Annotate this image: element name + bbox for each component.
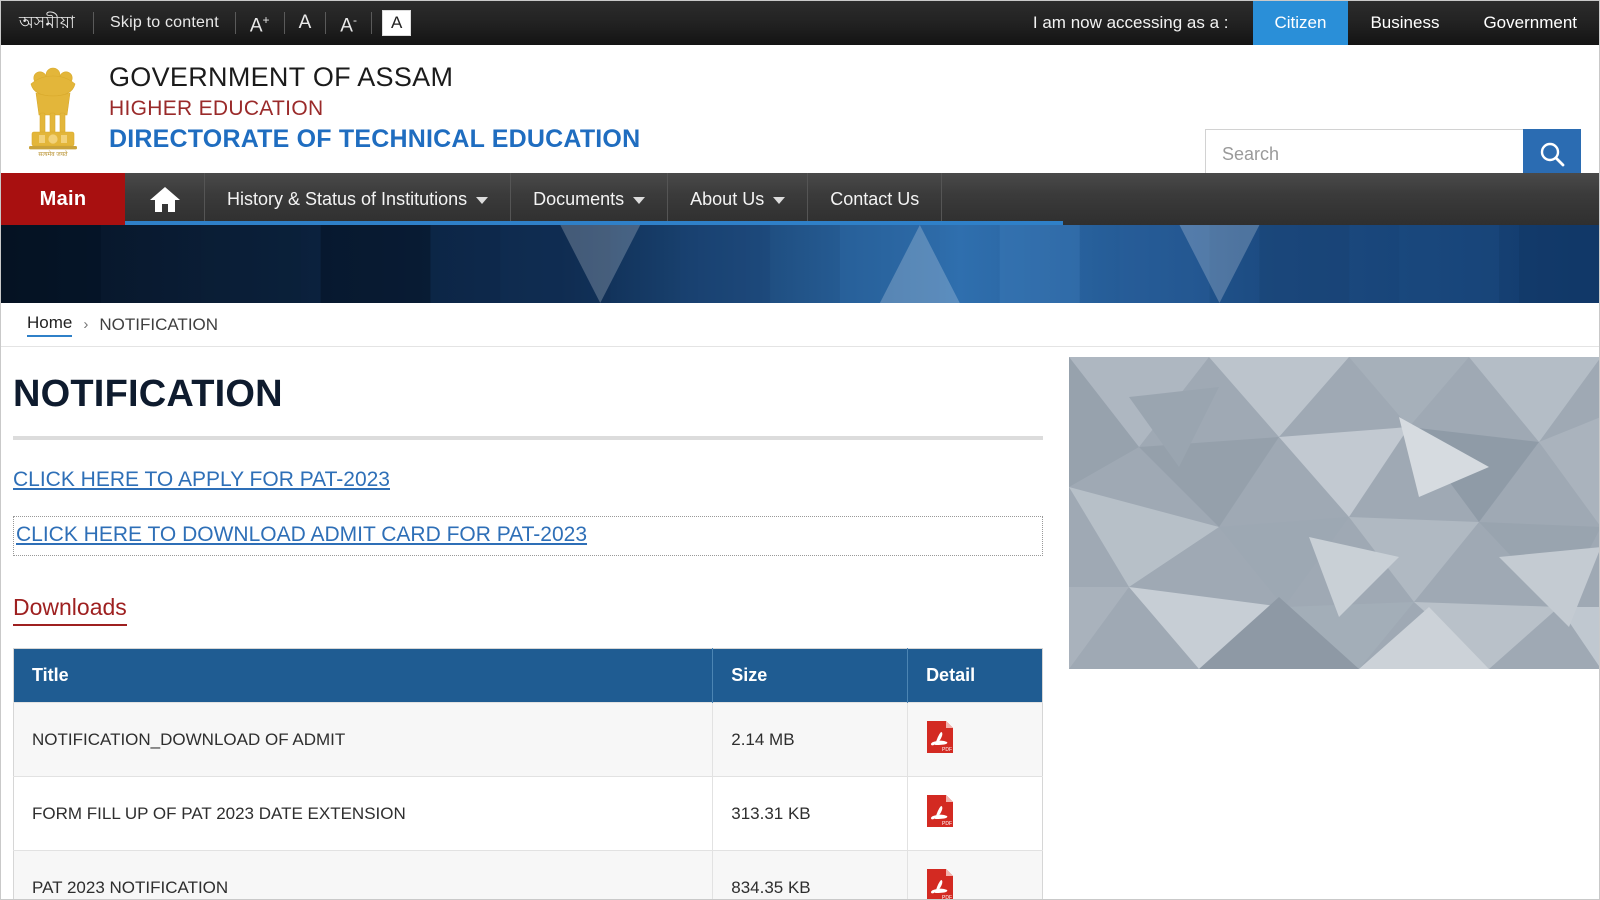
breadcrumb-current: NOTIFICATION — [99, 314, 219, 334]
high-contrast-toggle[interactable]: A — [381, 10, 412, 36]
pdf-icon[interactable]: PDF — [926, 794, 954, 833]
apply-for-pat-2023-link[interactable]: CLICK HERE TO APPLY FOR PAT-2023 — [13, 468, 390, 492]
table-header-row: Title Size Detail — [13, 648, 1043, 703]
column-header-detail[interactable]: Detail — [907, 648, 1043, 703]
table-row: NOTIFICATION_DOWNLOAD OF ADMIT 2.14 MB P… — [13, 702, 1043, 777]
breadcrumb-separator-icon: › — [83, 316, 89, 333]
apply-link-row: CLICK HERE TO APPLY FOR PAT-2023 — [13, 468, 1068, 492]
language-toggle-assamese[interactable]: অসমীয়া — [15, 1, 93, 45]
state-emblem-icon: सत्यमेव जयते — [17, 60, 89, 158]
font-decrease-label: A — [340, 15, 353, 37]
role-tab-government[interactable]: Government — [1461, 1, 1599, 45]
topbar-left-group: অসমীয়া Skip to content A+ A A- A — [1, 1, 412, 48]
admit-card-link-row: CLICK HERE TO DOWNLOAD ADMIT CARD FOR PA… — [13, 516, 1043, 556]
downloads-table-head: Title Size Detail — [13, 648, 1043, 703]
cell-size: 2.14 MB — [712, 702, 909, 777]
breadcrumb-home-link[interactable]: Home — [27, 313, 73, 337]
search-button[interactable] — [1523, 129, 1581, 179]
cell-title: FORM FILL UP OF PAT 2023 DATE EXTENSION — [13, 776, 714, 851]
font-decrease-button[interactable]: A- — [326, 1, 371, 48]
downloads-table-body: NOTIFICATION_DOWNLOAD OF ADMIT 2.14 MB P… — [13, 702, 1043, 900]
skip-to-content-link[interactable]: Skip to content — [94, 1, 235, 45]
role-tab-business[interactable]: Business — [1348, 1, 1461, 45]
site-header: सत्यमेव जयते GOVERNMENT OF ASSAM HIGHER … — [1, 45, 1599, 179]
cell-size: 313.31 KB — [712, 776, 909, 851]
column-header-title[interactable]: Title — [13, 648, 714, 703]
nav-item-label: Contact Us — [830, 188, 920, 209]
nav-item-history-status-of-institutions[interactable]: History & Status of Institutions — [205, 173, 512, 225]
main-navigation: Main History & Status of Institutions Do… — [1, 173, 1599, 225]
chevron-down-icon — [633, 197, 646, 204]
nav-item-label: History & Status of Institutions — [227, 188, 468, 209]
download-admit-card-pat-2023-link[interactable]: CLICK HERE TO DOWNLOAD ADMIT CARD FOR PA… — [16, 523, 587, 547]
cell-title: PAT 2023 NOTIFICATION — [13, 850, 714, 899]
title-divider — [13, 436, 1043, 440]
breadcrumb: Home › NOTIFICATION — [1, 303, 1599, 347]
page-content: NOTIFICATION CLICK HERE TO APPLY FOR PAT… — [1, 347, 1599, 900]
topbar-right-group: I am now accessing as a : Citizen Busine… — [1033, 1, 1599, 45]
column-header-size[interactable]: Size — [712, 648, 909, 703]
accessibility-topbar: অসমীয়া Skip to content A+ A A- A I am n… — [1, 1, 1599, 45]
role-tab-citizen[interactable]: Citizen — [1252, 1, 1349, 45]
header-line-government: GOVERNMENT OF ASSAM — [109, 62, 454, 93]
content-main-column: NOTIFICATION CLICK HERE TO APPLY FOR PAT… — [13, 347, 1068, 900]
font-normal-button[interactable]: A — [285, 1, 326, 45]
nav-brand-main[interactable]: Main — [1, 173, 125, 225]
chevron-down-icon — [773, 197, 786, 204]
banner-image — [1, 225, 1599, 303]
page-title: NOTIFICATION — [13, 373, 283, 415]
cell-title: NOTIFICATION_DOWNLOAD OF ADMIT — [13, 702, 714, 777]
cell-detail: PDF — [907, 702, 1043, 777]
header-line-directorate: DIRECTORATE OF TECHNICAL EDUCATION — [109, 125, 641, 154]
table-row: PAT 2023 NOTIFICATION 834.35 KB PDF — [13, 850, 1043, 900]
header-line-department: HIGHER EDUCATION — [109, 97, 324, 121]
chevron-down-icon — [476, 197, 489, 204]
nav-item-about-us[interactable]: About Us — [668, 173, 809, 225]
pdf-icon[interactable]: PDF — [926, 868, 954, 900]
font-increase-label: A — [249, 15, 263, 37]
divider — [370, 12, 372, 34]
nav-item-documents[interactable]: Documents — [511, 173, 669, 225]
cell-detail: PDF — [907, 850, 1043, 900]
downloads-heading: Downloads — [13, 594, 127, 626]
nav-item-home[interactable] — [125, 173, 205, 225]
font-increase-sup: + — [262, 12, 270, 27]
font-increase-button[interactable]: A+ — [236, 1, 284, 48]
nav-item-label: About Us — [690, 188, 765, 209]
svg-text:सत्यमेव जयते: सत्यमेव जयते — [38, 150, 68, 158]
downloads-table: Title Size Detail NOTIFICATION_DOWNLOAD … — [13, 648, 1043, 900]
pdf-icon[interactable]: PDF — [926, 720, 954, 759]
page-root: অসমীয়া Skip to content A+ A A- A I am n… — [0, 0, 1600, 900]
nav-item-contact-us[interactable]: Contact Us — [808, 173, 943, 225]
font-decrease-sup: - — [352, 12, 357, 27]
nav-item-label: Documents — [533, 188, 625, 209]
search-input[interactable] — [1205, 129, 1523, 179]
sidebar-decorative-image — [1069, 357, 1599, 669]
accessing-as-label: I am now accessing as a : — [1032, 13, 1229, 32]
search-icon — [1540, 142, 1565, 167]
svg-text:PDF: PDF — [942, 895, 952, 900]
cell-size: 834.35 KB — [712, 850, 909, 899]
svg-text:PDF: PDF — [942, 747, 952, 753]
header-titles: GOVERNMENT OF ASSAM HIGHER EDUCATION DIR… — [109, 62, 640, 155]
table-row: FORM FILL UP OF PAT 2023 DATE EXTENSION … — [13, 776, 1043, 851]
home-icon — [149, 187, 180, 212]
search-bar — [1205, 129, 1581, 179]
svg-text:PDF: PDF — [942, 821, 952, 827]
cell-detail: PDF — [907, 776, 1043, 851]
